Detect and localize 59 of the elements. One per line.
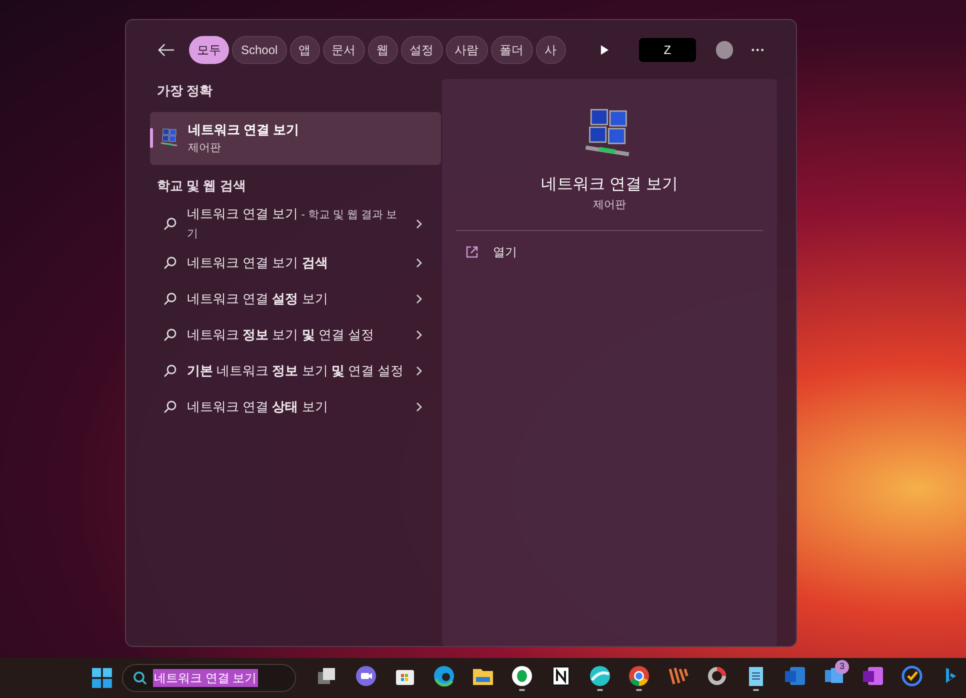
best-match-item[interactable]: 네트워크 연결 보기 제어판	[150, 112, 441, 164]
external-link-icon	[466, 246, 478, 258]
chevron-right-icon	[415, 330, 423, 340]
chevron-right-icon	[415, 294, 423, 304]
search-query: 네트워크 연결 보기	[152, 669, 258, 687]
result-title: 네트워크 연결 보기	[188, 121, 300, 139]
chevron-right-icon	[415, 219, 423, 229]
chevron-right-icon	[415, 366, 423, 376]
chevron-right-icon	[415, 258, 423, 268]
filter-tab[interactable]: 설정	[400, 36, 443, 64]
preview-subtitle: 제어판	[593, 198, 626, 213]
ring-icon	[706, 665, 728, 687]
filter-tab[interactable]: 모두	[189, 36, 229, 64]
windows-logo-icon[interactable]	[92, 667, 112, 689]
suggestion-text: 네트워크 연결 설정 보기	[187, 290, 329, 308]
result-subtitle: 제어판	[188, 140, 222, 156]
back-arrow-icon[interactable]	[158, 42, 175, 56]
web-search-item[interactable]: 기본 네트워크 정보 보기 및 연결 설정	[150, 353, 441, 389]
avatar[interactable]	[716, 40, 733, 58]
overlapping-squares-icon	[316, 665, 338, 687]
stripes-icon	[667, 665, 689, 687]
search-icon	[163, 400, 177, 414]
chevron-right-icon	[415, 402, 423, 412]
web-search-item[interactable]: 네트워크 정보 보기 및 연결 설정	[150, 317, 441, 353]
suggestion-text: 네트워크 연결 상태 보기	[187, 398, 329, 416]
search-icon	[163, 328, 177, 342]
search-icon	[163, 217, 177, 231]
search-icon	[163, 364, 177, 378]
account-button[interactable]: Z	[639, 38, 696, 62]
preview-title: 네트워크 연결 보기	[541, 175, 678, 195]
open-action[interactable]: 열기	[466, 242, 517, 260]
taskbar-search-field[interactable]: 네트워크 연결 보기	[122, 664, 296, 692]
taskbar-app[interactable]: 3	[819, 660, 849, 696]
play-icon[interactable]	[600, 44, 610, 56]
network-icon	[160, 128, 180, 148]
section-heading: 학교 및 웹 검색	[156, 176, 247, 194]
filter-tab[interactable]: 사	[536, 36, 566, 64]
video-chat-icon	[355, 665, 377, 687]
notification-badge: 3	[835, 660, 849, 674]
suggestion-text: 네트워크 연결 보기 검색	[187, 254, 329, 272]
search-icon	[163, 292, 177, 306]
section-heading: 가장 정확	[156, 82, 214, 100]
more-icon[interactable]	[750, 48, 764, 52]
suggestion-text: 네트워크 연결 보기 - 학교 및 웹 결과 보기	[187, 205, 398, 242]
web-search-item[interactable]: 네트워크 연결 상태 보기	[150, 389, 441, 425]
filter-tab[interactable]: 사람	[446, 36, 488, 64]
checkmark-circle-icon	[901, 665, 923, 687]
filter-tab[interactable]: 문서	[322, 36, 365, 64]
web-search-item[interactable]: 네트워크 연결 보기 - 학교 및 웹 결과 보기	[150, 203, 441, 245]
filter-tab[interactable]: 앱	[290, 36, 320, 64]
filter-tab[interactable]: 폴더	[490, 36, 533, 64]
search-icon	[132, 671, 147, 685]
web-search-item[interactable]: 네트워크 연결 설정 보기	[150, 281, 441, 317]
suggestion-text: 기본 네트워크 정보 보기 및 연결 설정	[187, 362, 405, 380]
filter-tab[interactable]: 웹	[368, 36, 398, 64]
filter-tab[interactable]: School	[232, 36, 287, 64]
suggestion-text: 네트워크 정보 보기 및 연결 설정	[187, 326, 376, 344]
web-search-item[interactable]: 네트워크 연결 보기 검색	[150, 245, 441, 281]
search-icon	[163, 256, 177, 270]
